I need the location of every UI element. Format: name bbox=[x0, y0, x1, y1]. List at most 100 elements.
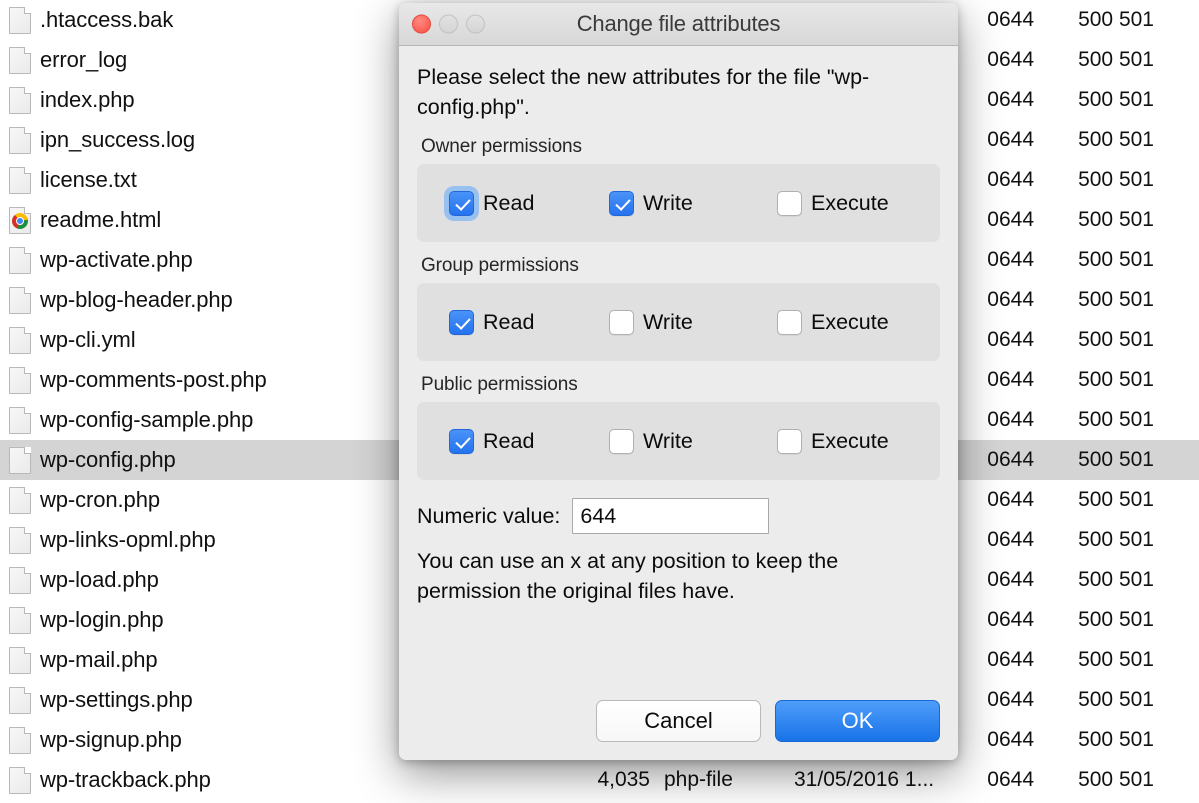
file-permissions-cell: 0644 bbox=[987, 608, 1034, 631]
file-owner-cell: 500 501 bbox=[1078, 48, 1154, 71]
checkbox-checked-icon[interactable] bbox=[609, 190, 634, 216]
checkbox-label: Execute bbox=[811, 428, 889, 453]
checkbox-execute-group[interactable]: Execute bbox=[777, 309, 889, 335]
file-permissions-cell: 0644 bbox=[987, 728, 1034, 751]
checkbox-read-public[interactable]: Read bbox=[449, 428, 609, 454]
file-permissions-cell: 0644 bbox=[987, 8, 1034, 31]
file-icon-cell bbox=[0, 486, 40, 514]
file-icon bbox=[9, 766, 31, 794]
file-permissions-cell: 0644 bbox=[987, 248, 1034, 271]
file-owner-cell: 500 501 bbox=[1078, 728, 1154, 751]
checkbox-label: Execute bbox=[811, 309, 889, 334]
file-owner-cell: 500 501 bbox=[1078, 608, 1154, 631]
checkbox-unchecked-icon[interactable] bbox=[609, 428, 634, 454]
dialog-body: Please select the new attributes for the… bbox=[399, 46, 958, 760]
file-icon bbox=[9, 606, 31, 634]
checkbox-checked-icon[interactable] bbox=[449, 428, 474, 454]
checkbox-label: Execute bbox=[811, 190, 889, 215]
chrome-html-icon bbox=[9, 206, 31, 234]
file-icon bbox=[9, 726, 31, 754]
table-row[interactable]: wp-trackback.php 4,035 php-file 31/05/2016 … bbox=[0, 760, 1199, 800]
permission-group-label: Owner permissions bbox=[421, 136, 582, 157]
checkbox-checked-icon[interactable] bbox=[449, 190, 474, 216]
file-icon-cell bbox=[0, 326, 40, 354]
numeric-value-input[interactable] bbox=[572, 498, 770, 534]
checkbox-checked-icon[interactable] bbox=[449, 309, 474, 335]
checkbox-execute-owner[interactable]: Execute bbox=[777, 190, 889, 216]
file-icon-cell bbox=[0, 646, 40, 674]
file-owner-cell: 500 501 bbox=[1078, 448, 1154, 471]
permission-group-box: Read Write Execute bbox=[417, 164, 940, 242]
file-icon bbox=[9, 526, 31, 554]
file-owner-cell: 500 501 bbox=[1078, 8, 1154, 31]
file-icon-cell bbox=[0, 406, 40, 434]
file-permissions-cell: 0644 bbox=[987, 408, 1034, 431]
checkbox-read-owner[interactable]: Read bbox=[449, 190, 609, 216]
checkbox-write-public[interactable]: Write bbox=[609, 428, 777, 454]
dialog-button-row: Cancel OK bbox=[596, 700, 940, 742]
file-permissions-cell: 0644 bbox=[987, 568, 1034, 591]
permission-group-label: Group permissions bbox=[421, 255, 579, 276]
file-owner-cell: 500 501 bbox=[1078, 568, 1154, 591]
file-icon-cell bbox=[0, 686, 40, 714]
checkbox-label: Write bbox=[643, 190, 693, 215]
file-icon bbox=[9, 46, 31, 74]
file-permissions-cell: 0644 bbox=[987, 688, 1034, 711]
permission-groups: Owner permissions Read Write Execute Group p… bbox=[417, 136, 940, 480]
file-owner-cell: 500 501 bbox=[1078, 88, 1154, 111]
checkbox-label: Read bbox=[483, 190, 535, 215]
dialog-intro-text: Please select the new attributes for the… bbox=[417, 65, 870, 119]
checkbox-write-group[interactable]: Write bbox=[609, 309, 777, 335]
window-controls bbox=[412, 14, 485, 34]
checkbox-execute-public[interactable]: Execute bbox=[777, 428, 889, 454]
file-owner-cell: 500 501 bbox=[1078, 168, 1154, 191]
checkbox-unchecked-icon[interactable] bbox=[609, 309, 634, 335]
checkbox-label: Read bbox=[483, 309, 535, 334]
file-type-cell: php-file bbox=[664, 768, 733, 791]
zoom-button-icon bbox=[466, 14, 485, 34]
file-icon-cell bbox=[0, 726, 40, 754]
file-icon-cell bbox=[0, 206, 40, 234]
numeric-value-row: Numeric value: bbox=[417, 498, 940, 534]
checkbox-write-owner[interactable]: Write bbox=[609, 190, 777, 216]
checkbox-label: Read bbox=[483, 428, 535, 453]
file-permissions-cell: 0644 bbox=[987, 48, 1034, 71]
permission-group-label: Public permissions bbox=[421, 374, 578, 395]
file-owner-cell: 500 501 bbox=[1078, 488, 1154, 511]
file-icon bbox=[9, 646, 31, 674]
file-owner-cell: 500 501 bbox=[1078, 248, 1154, 271]
file-icon bbox=[9, 366, 31, 394]
file-icon-cell bbox=[0, 6, 40, 34]
ok-button[interactable]: OK bbox=[775, 700, 940, 742]
permission-group-box: Read Write Execute bbox=[417, 283, 940, 361]
close-button-icon[interactable] bbox=[412, 14, 431, 34]
checkbox-read-group[interactable]: Read bbox=[449, 309, 609, 335]
file-icon-cell bbox=[0, 166, 40, 194]
numeric-value-label: Numeric value: bbox=[417, 503, 561, 528]
file-owner-cell: 500 501 bbox=[1078, 328, 1154, 351]
file-permissions-cell: 0644 bbox=[987, 208, 1034, 231]
permission-group-box: Read Write Execute bbox=[417, 402, 940, 480]
file-owner-cell: 500 501 bbox=[1078, 288, 1154, 311]
file-owner-cell: 500 501 bbox=[1078, 688, 1154, 711]
file-permissions-cell: 0644 bbox=[987, 768, 1034, 791]
checkbox-unchecked-icon[interactable] bbox=[777, 190, 802, 216]
file-owner-cell: 500 501 bbox=[1078, 768, 1154, 791]
file-icon-cell bbox=[0, 126, 40, 154]
file-permissions-cell: 0644 bbox=[987, 488, 1034, 511]
file-owner-cell: 500 501 bbox=[1078, 128, 1154, 151]
file-permissions-cell: 0644 bbox=[987, 368, 1034, 391]
dialog-titlebar[interactable]: Change file attributes bbox=[399, 3, 958, 46]
file-icon bbox=[9, 286, 31, 314]
file-icon bbox=[9, 326, 31, 354]
file-icon bbox=[9, 486, 31, 514]
chrome-logo-icon bbox=[12, 212, 28, 229]
file-icon-cell bbox=[0, 46, 40, 74]
file-permissions-cell: 0644 bbox=[987, 88, 1034, 111]
file-icon bbox=[9, 86, 31, 114]
cancel-button[interactable]: Cancel bbox=[596, 700, 761, 742]
file-owner-cell: 500 501 bbox=[1078, 528, 1154, 551]
file-permissions-cell: 0644 bbox=[987, 168, 1034, 191]
checkbox-unchecked-icon[interactable] bbox=[777, 428, 802, 454]
checkbox-unchecked-icon[interactable] bbox=[777, 309, 802, 335]
